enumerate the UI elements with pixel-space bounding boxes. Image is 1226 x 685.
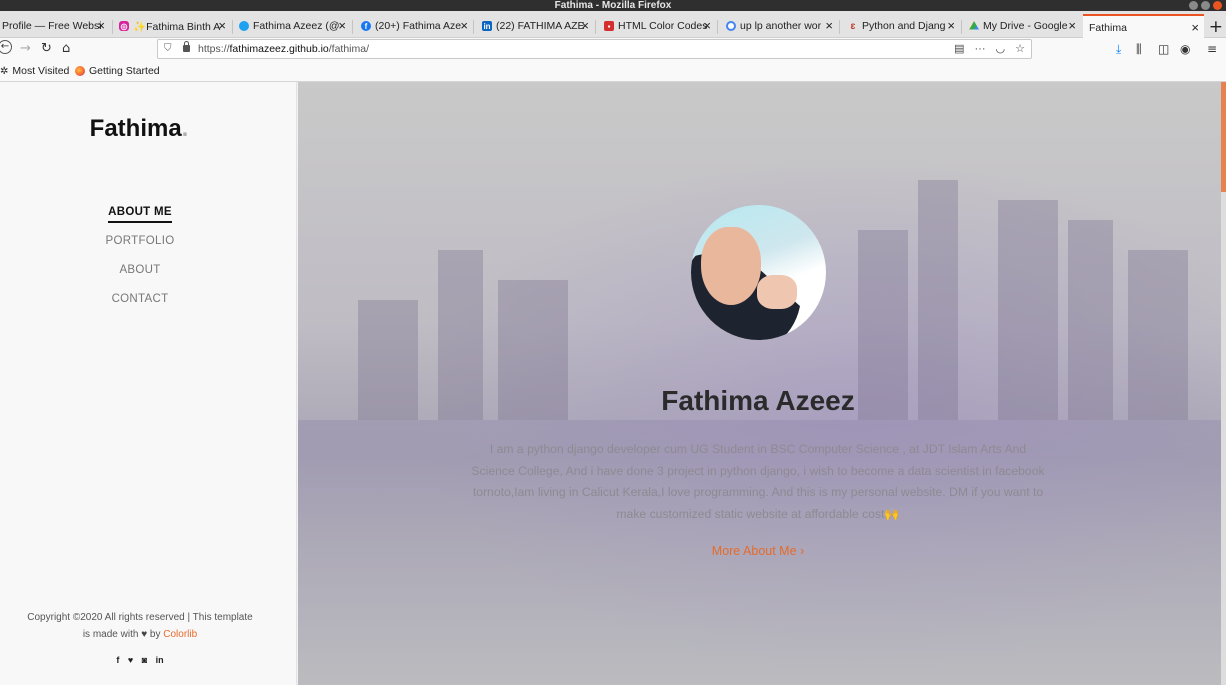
downloads-icon[interactable]: ⤓ xyxy=(1116,42,1121,57)
tab-label: My Drive - Google xyxy=(983,20,1068,32)
tab-close-icon[interactable]: × xyxy=(460,18,468,33)
tab-label: HTML Color Codes xyxy=(618,20,708,32)
profile-name: Fathima Azeez xyxy=(661,385,855,416)
facebook-icon: f xyxy=(361,21,371,31)
tab-fathima-active[interactable]: Fathima × xyxy=(1083,14,1204,39)
account-icon[interactable]: ◉ xyxy=(1180,42,1190,56)
twitter-icon[interactable]: ♥ xyxy=(128,655,133,665)
profile-photo xyxy=(691,205,826,340)
site-logo[interactable]: Fathima. xyxy=(0,115,278,143)
bookmark-label: Most Visited xyxy=(12,65,70,77)
tab-close-icon[interactable]: × xyxy=(947,18,955,33)
social-links: f ♥ ◙ in xyxy=(0,655,280,665)
library-icon[interactable]: ⫼ xyxy=(1136,42,1142,57)
tab-label: up lp another wor xyxy=(740,20,822,32)
tab-close-icon[interactable]: × xyxy=(97,18,105,33)
tab-strip: Profile — Free Websi × ◎ ✨Fathima Binth … xyxy=(0,11,1226,39)
chevron-right-icon: › xyxy=(800,544,805,558)
url-text[interactable]: https://fathimazeez.github.io/fathima/ xyxy=(198,40,369,58)
tab-close-icon[interactable]: × xyxy=(825,18,833,33)
tab-profile[interactable]: Profile — Free Websi × xyxy=(0,14,110,38)
reload-icon[interactable]: ↻ xyxy=(41,41,52,56)
facebook-icon[interactable]: f xyxy=(116,655,119,665)
reader-view-icon[interactable]: ▤ xyxy=(954,40,964,58)
google-icon xyxy=(726,21,736,31)
tab-python-django[interactable]: ɛ Python and Djang × xyxy=(842,14,960,38)
home-icon[interactable]: ⌂ xyxy=(62,41,70,56)
heart-icon: ♥ xyxy=(141,629,148,640)
copyright-text: Copyright ©2020 All rights reserved | Th… xyxy=(27,612,253,640)
bookmark-most-visited[interactable]: ✲ Most Visited xyxy=(0,65,69,77)
gear-icon: ✲ xyxy=(0,65,9,77)
tab-instagram[interactable]: ◎ ✨Fathima Binth A × xyxy=(113,14,231,38)
maximize-button[interactable] xyxy=(1201,1,1210,10)
tab-label: Python and Djang xyxy=(862,20,946,32)
bookmark-star-icon[interactable]: ☆ xyxy=(1015,40,1025,58)
tab-close-icon[interactable]: × xyxy=(581,18,589,33)
minimize-button[interactable] xyxy=(1189,1,1198,10)
tab-close-icon[interactable]: × xyxy=(338,18,346,33)
tab-label: (20+) Fathima Aze xyxy=(375,20,462,32)
page-content: Fathima. ABOUT ME PORTFOLIO ABOUT CONTAC… xyxy=(0,82,1226,685)
hamburger-menu-icon[interactable]: ≡ xyxy=(1207,42,1217,56)
tab-label: (22) FATHIMA AZE xyxy=(496,20,585,32)
new-tab-icon[interactable]: + xyxy=(1209,17,1223,37)
pocket-icon[interactable]: ◡ xyxy=(996,40,1006,58)
tab-google-drive[interactable]: My Drive - Google × xyxy=(963,14,1081,38)
menu-item-about-me[interactable]: ABOUT ME xyxy=(0,205,280,234)
forward-icon[interactable]: → xyxy=(20,41,31,56)
tab-close-icon[interactable]: × xyxy=(1068,18,1076,33)
tab-label: Profile — Free Websi xyxy=(2,20,102,32)
tab-html-color-codes[interactable]: ▪ HTML Color Codes × xyxy=(598,14,716,38)
django-icon: ɛ xyxy=(850,20,856,32)
tab-twitter[interactable]: Fathima Azeez (@ × xyxy=(233,14,351,38)
navigation-toolbar: ← → ↻ ⌂ ⛉ https://fathimazeez.github.io/… xyxy=(0,38,1226,61)
twitter-icon xyxy=(239,21,249,31)
menu-item-contact[interactable]: CONTACT xyxy=(0,292,280,321)
hero-section: Fathima Azeez I am a python django devel… xyxy=(298,82,1226,685)
tab-facebook[interactable]: f (20+) Fathima Aze × xyxy=(355,14,473,38)
tab-label: Fathima xyxy=(1089,21,1127,34)
sidebar: Fathima. ABOUT ME PORTFOLIO ABOUT CONTAC… xyxy=(0,82,297,685)
lock-icon[interactable] xyxy=(183,41,190,52)
bookmark-getting-started[interactable]: Getting Started xyxy=(75,65,160,77)
tab-google-search[interactable]: up lp another wor × xyxy=(720,14,838,38)
tab-close-icon[interactable]: × xyxy=(1191,20,1199,35)
tab-close-icon[interactable]: × xyxy=(218,18,226,33)
back-icon[interactable]: ← xyxy=(0,40,12,54)
profile-bio: I am a python django developer cum UG St… xyxy=(471,442,1045,521)
color-codes-icon: ▪ xyxy=(604,21,614,31)
more-about-me-link[interactable]: More About Me › xyxy=(298,544,1218,558)
close-window-button[interactable] xyxy=(1213,1,1222,10)
url-bar[interactable]: ⛉ https://fathimazeez.github.io/fathima/… xyxy=(157,39,1032,59)
drive-icon xyxy=(969,21,979,30)
bookmark-label: Getting Started xyxy=(89,65,160,77)
page-actions-icon[interactable]: ··· xyxy=(975,40,986,58)
firefox-icon xyxy=(75,66,85,76)
linkedin-icon[interactable]: in xyxy=(156,655,164,665)
scrollbar-thumb[interactable] xyxy=(1221,82,1226,192)
tab-close-icon[interactable]: × xyxy=(703,18,711,33)
linkedin-icon: in xyxy=(482,21,492,31)
window-titlebar: Fathima - Mozilla Firefox xyxy=(0,0,1226,11)
instagram-icon[interactable]: ◙ xyxy=(142,655,147,665)
instagram-icon: ◎ xyxy=(119,21,129,31)
tracking-shield-icon[interactable]: ⛉ xyxy=(164,40,172,58)
tab-linkedin[interactable]: in (22) FATHIMA AZE × xyxy=(476,14,594,38)
window-controls xyxy=(1189,1,1222,10)
sidebar-menu: ABOUT ME PORTFOLIO ABOUT CONTACT xyxy=(0,205,280,321)
menu-item-portfolio[interactable]: PORTFOLIO xyxy=(0,234,280,263)
sidebar-toggle-icon[interactable]: ◫ xyxy=(1158,42,1169,56)
window-title: Fathima - Mozilla Firefox xyxy=(554,0,672,11)
menu-item-about[interactable]: ABOUT xyxy=(0,263,280,292)
tab-label: ✨Fathima Binth A xyxy=(133,20,221,33)
tab-label: Fathima Azeez (@ xyxy=(253,20,340,32)
colorlib-link[interactable]: Colorlib xyxy=(163,629,197,640)
page-scrollbar[interactable] xyxy=(1221,82,1226,685)
bookmarks-toolbar: ✲ Most Visited Getting Started xyxy=(0,61,1226,82)
